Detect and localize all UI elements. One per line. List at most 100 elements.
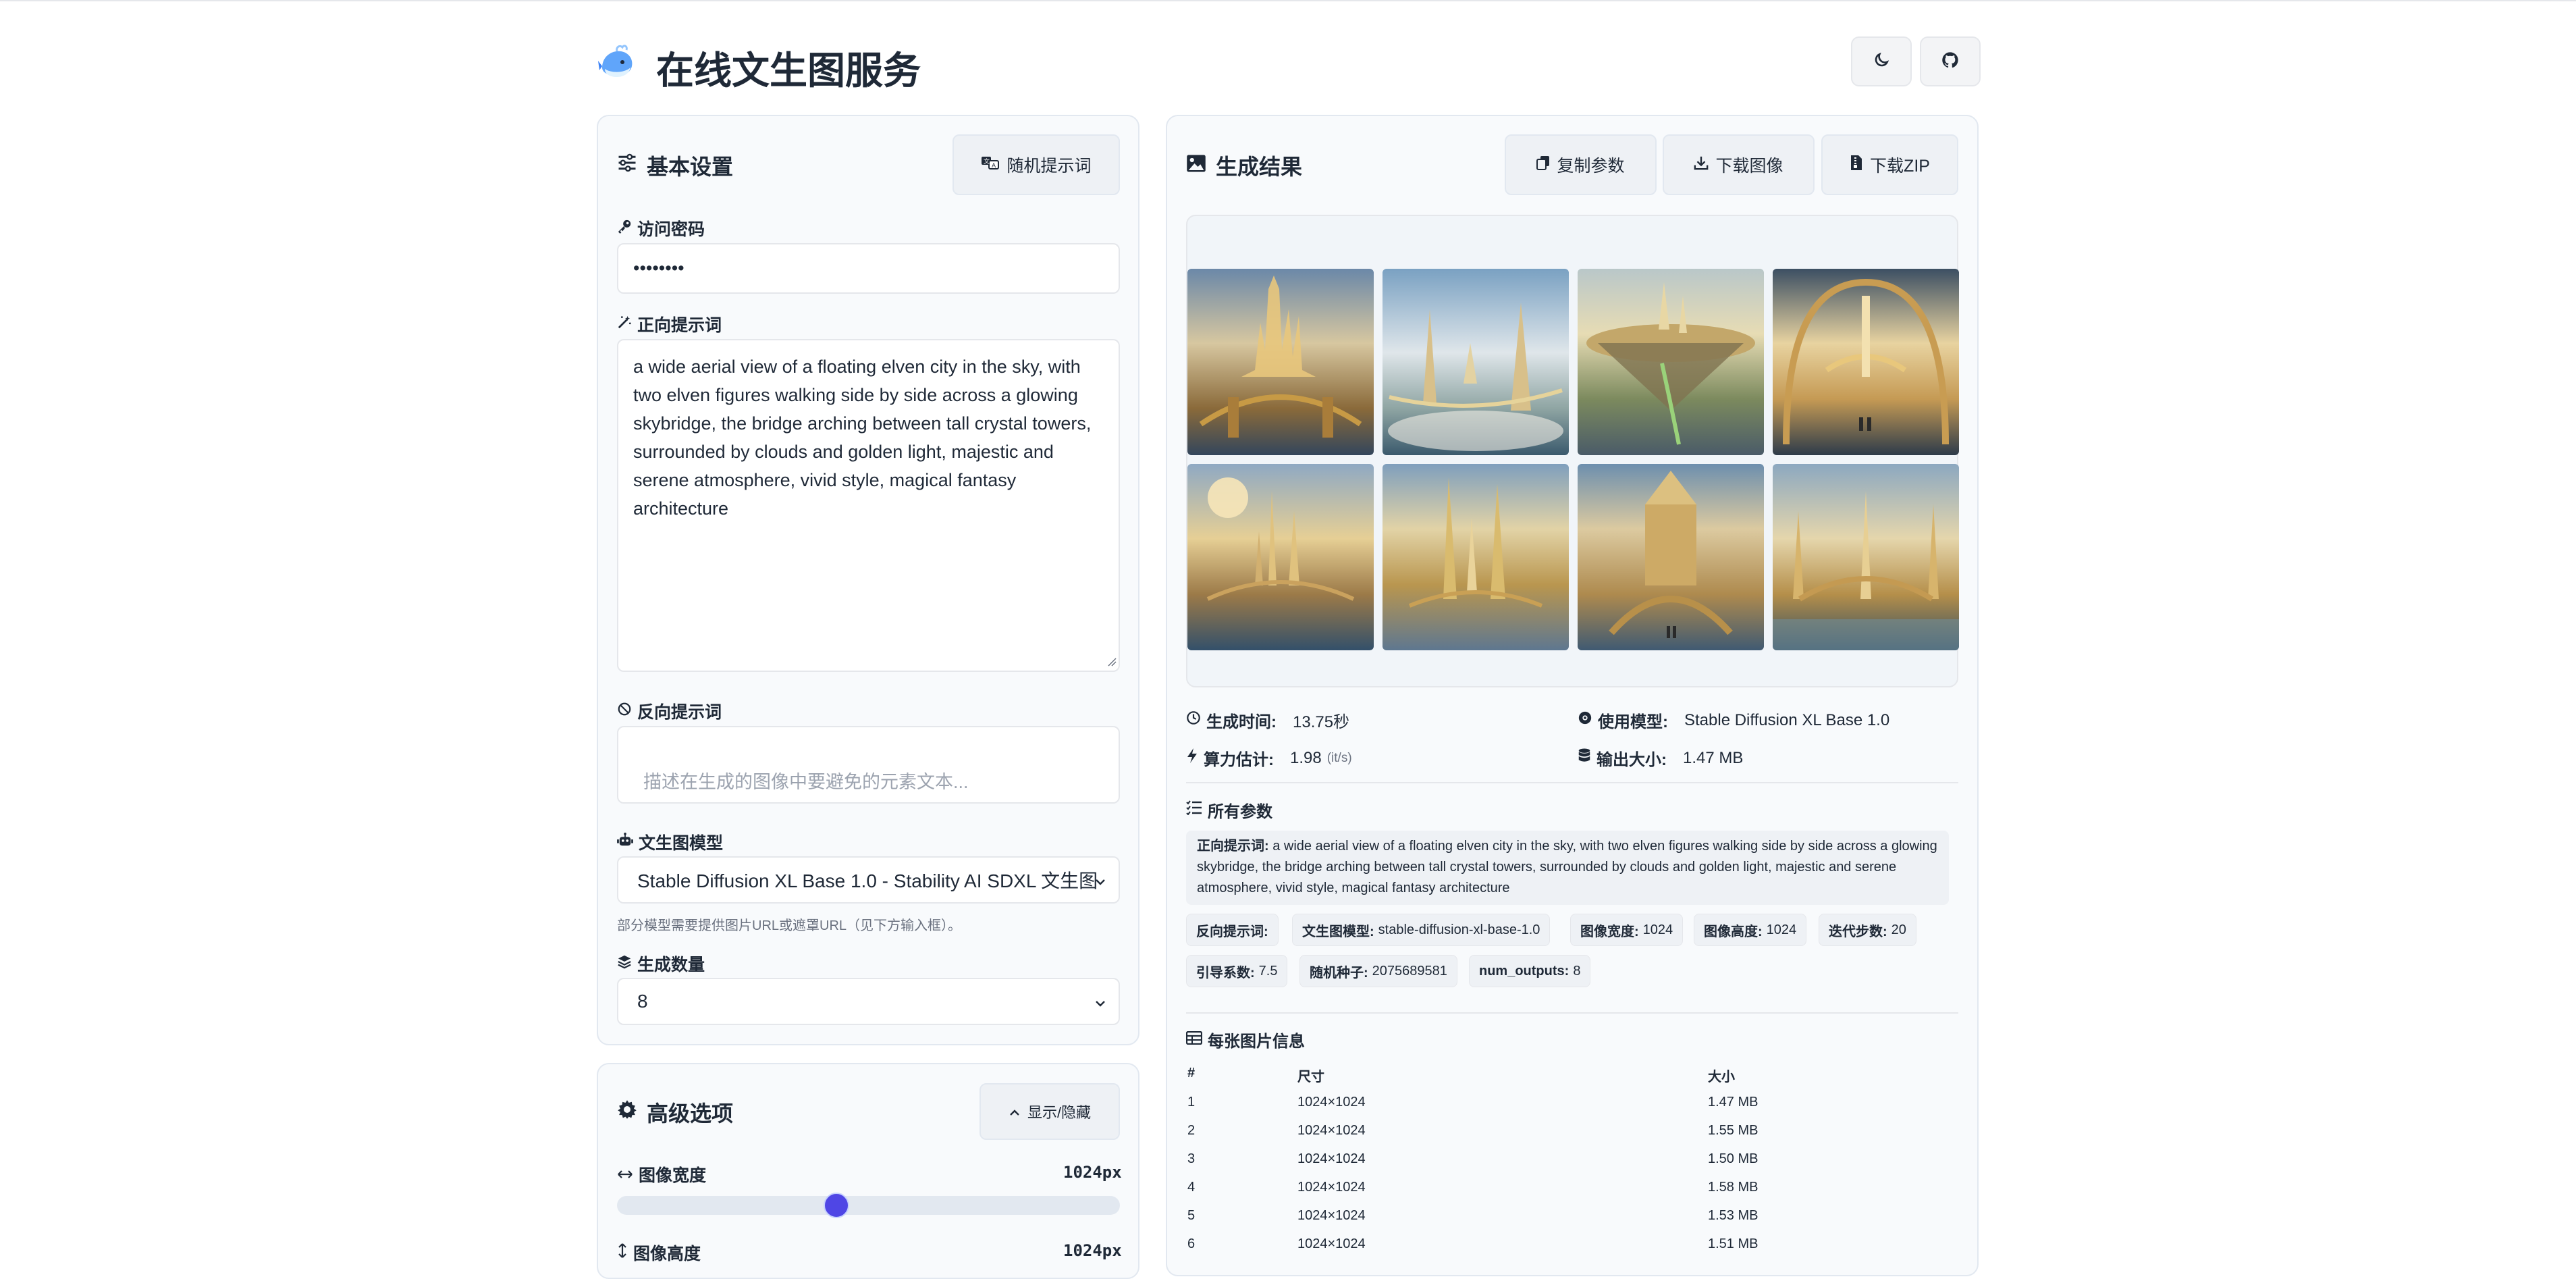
positive-param-value: a wide aerial view of a floating elven c…: [1197, 839, 1937, 895]
negative-prompt-label: 反向提示词: [617, 699, 722, 723]
basic-settings-title-text: 基本设置: [647, 155, 734, 179]
param-key: 引导系数:: [1196, 965, 1255, 981]
positive-param-key: 正向提示词:: [1197, 839, 1269, 854]
table-cell: 1024×1024: [1297, 1208, 1366, 1223]
table-cell: 1.50 MB: [1708, 1151, 1759, 1166]
width-label: 图像宽度: [617, 1162, 706, 1186]
random-prompt-label: 随机提示词: [1007, 157, 1092, 176]
download-zip-button[interactable]: 下载ZIP: [1821, 134, 1958, 195]
robot-icon: [617, 832, 633, 852]
toggle-advanced-label: 显示/隐藏: [1027, 1104, 1092, 1121]
gallery-image[interactable]: [1773, 269, 1959, 455]
table-cell: 5: [1187, 1208, 1196, 1223]
app-header: 在线文生图服务: [597, 35, 1981, 92]
table-cell: 1024×1024: [1297, 1095, 1366, 1110]
param-chip: 文生图模型: stable-diffusion-xl-base-1.0: [1292, 914, 1551, 946]
table-cell: 1024×1024: [1297, 1236, 1366, 1251]
width-slider-thumb[interactable]: [824, 1193, 849, 1218]
table-cell: 1.58 MB: [1708, 1180, 1759, 1195]
count-select-value: 8: [637, 991, 648, 1012]
theme-toggle-button[interactable]: [1851, 36, 1912, 86]
clock-icon: [1186, 710, 1201, 730]
model-hint: 部分模型需要提供图片URL或遮罩URL（见下方输入框）。: [617, 918, 962, 933]
gallery-image[interactable]: [1773, 464, 1959, 650]
basic-settings-title: 基本设置: [617, 150, 733, 181]
password-label-text: 访问密码: [637, 220, 705, 239]
app-title: 在线文生图服务: [656, 49, 921, 92]
positive-prompt-textarea[interactable]: a wide aerial view of a floating elven c…: [617, 339, 1120, 672]
model-label-text: 文生图模型: [639, 834, 724, 853]
table-header-index: #: [1187, 1066, 1196, 1080]
table-cell: 1.53 MB: [1708, 1208, 1759, 1223]
table-cell: 2: [1187, 1123, 1196, 1138]
positive-prompt-label: 正向提示词: [617, 312, 722, 336]
whale-logo-icon: [597, 42, 637, 82]
negative-prompt-placeholder: 描述在生成的图像中要避免的元素文本...: [643, 772, 969, 792]
table-cell: 6: [1187, 1236, 1196, 1251]
key-icon: [617, 219, 632, 238]
height-label: 图像高度: [617, 1241, 701, 1265]
table-cell: 1.47 MB: [1708, 1095, 1759, 1110]
output-size-stat: 输出大小: 1.47 MB: [1578, 746, 1743, 770]
password-input[interactable]: ••••••••: [617, 243, 1120, 294]
table-icon: [1185, 1030, 1203, 1049]
all-params-title: 所有参数: [1186, 798, 1272, 822]
toggle-advanced-button[interactable]: 显示/隐藏: [980, 1083, 1120, 1140]
negative-prompt-textarea[interactable]: 描述在生成的图像中要避免的元素文本...: [617, 726, 1120, 804]
param-value: 1024: [1766, 922, 1797, 937]
param-chip: 迭代步数: 20: [1819, 914, 1916, 946]
ban-icon: [617, 702, 632, 721]
param-key: 随机种子:: [1310, 965, 1368, 981]
lightning-icon: [1186, 748, 1198, 768]
per-image-title: 每张图片信息: [1185, 1028, 1305, 1051]
param-chip: 引导系数: 7.5: [1186, 955, 1288, 987]
param-key: 文生图模型:: [1302, 924, 1374, 939]
results-title: 生成结果: [1186, 150, 1302, 181]
github-button[interactable]: [1920, 36, 1981, 86]
download-zip-label: 下载ZIP: [1870, 157, 1930, 176]
chevron-down-icon: [1094, 991, 1106, 1012]
count-label-text: 生成数量: [637, 956, 705, 974]
gallery-image[interactable]: [1578, 464, 1764, 650]
gallery-image[interactable]: [1187, 269, 1374, 455]
param-chip: 图像宽度: 1024: [1570, 914, 1684, 946]
svg-text:文: 文: [984, 157, 990, 165]
list-check-icon: [1186, 800, 1202, 820]
count-select[interactable]: 8: [617, 978, 1120, 1025]
random-prompt-button[interactable]: 文A 随机提示词: [952, 134, 1120, 195]
chevron-up-icon: [1009, 1102, 1021, 1122]
model-select[interactable]: Stable Diffusion XL Base 1.0 - Stability…: [617, 856, 1120, 904]
zip-file-icon: [1850, 155, 1863, 176]
gallery-image[interactable]: [1578, 269, 1764, 455]
per-image-title-text: 每张图片信息: [1208, 1033, 1305, 1051]
chevron-down-icon: [1094, 869, 1106, 891]
image-gallery: [1186, 215, 1959, 687]
width-slider-track[interactable]: [617, 1196, 1120, 1215]
negative-prompt-label-text: 反向提示词: [637, 703, 722, 722]
model-select-value: Stable Diffusion XL Base 1.0 - Stability…: [637, 870, 1096, 891]
copy-params-button[interactable]: 复制参数: [1505, 134, 1657, 195]
download-image-button[interactable]: 下载图像: [1663, 134, 1815, 195]
layers-icon: [617, 954, 632, 974]
param-value: 7.5: [1258, 963, 1278, 978]
height-value: 1024px: [1063, 1241, 1122, 1260]
gallery-image[interactable]: [1383, 269, 1569, 455]
advanced-options-title: 高级选项: [617, 1097, 733, 1128]
gen-time-label: 生成时间:: [1206, 713, 1277, 731]
resize-handle-icon[interactable]: [1107, 657, 1117, 667]
gallery-image[interactable]: [1187, 464, 1374, 650]
database-icon: [1578, 748, 1591, 768]
download-icon: [1694, 155, 1709, 175]
table-cell: 1024×1024: [1297, 1151, 1366, 1166]
output-size-label: 输出大小:: [1596, 751, 1667, 769]
gen-time-stat: 生成时间: 13.75秒: [1186, 708, 1349, 732]
table-cell: 3: [1187, 1151, 1196, 1166]
output-size-value: 1.47 MB: [1683, 748, 1744, 767]
power-stat-unit: (it/s): [1326, 750, 1352, 765]
top-border: [0, 0, 2576, 1]
gallery-image[interactable]: [1383, 464, 1569, 650]
all-params-title-text: 所有参数: [1208, 803, 1272, 821]
param-chip: 反向提示词:: [1186, 914, 1279, 946]
table-cell: 1.51 MB: [1708, 1236, 1759, 1251]
horizontal-arrows-icon: [617, 1165, 633, 1184]
